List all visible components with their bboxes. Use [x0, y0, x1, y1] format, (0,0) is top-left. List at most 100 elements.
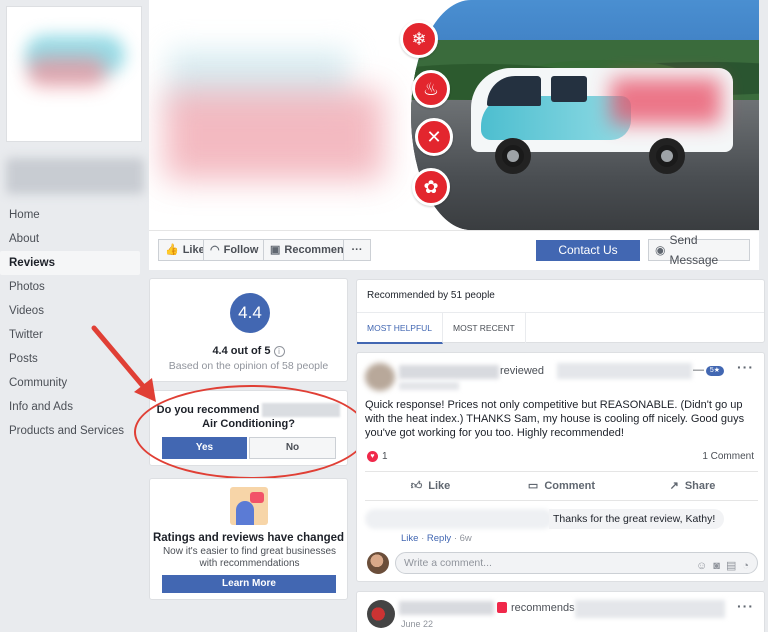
- left-nav: Home About Reviews Photos Videos Twitter…: [0, 203, 140, 443]
- nav-item-home[interactable]: Home: [0, 203, 140, 227]
- post-action-bar: 👍︎ Like ▭ Comment ↗ Share: [365, 471, 758, 501]
- nav-item-posts[interactable]: Posts: [0, 347, 140, 371]
- comment-placeholder: Write a comment...: [404, 557, 492, 569]
- info-icon[interactable]: i: [273, 345, 285, 357]
- review-sort-tabs: MOST HELPFUL MOST RECENT: [357, 312, 764, 344]
- rating-score-badge: 4.4: [230, 293, 270, 333]
- star-rating-badge: 5★: [706, 366, 724, 376]
- post-options-button[interactable]: ···: [737, 359, 754, 375]
- page-name-redacted: [6, 158, 144, 194]
- emoji-icon[interactable]: ☺: [696, 556, 707, 576]
- like-label: Like: [182, 244, 205, 256]
- sticker-icon[interactable]: ◔: [742, 556, 749, 576]
- van-front-wheel: [495, 138, 531, 174]
- van-rear-wheel: [649, 138, 685, 174]
- send-message-button[interactable]: ◉ Send Message: [648, 233, 750, 267]
- reactions-summary[interactable]: ♥ 1: [367, 451, 388, 462]
- review-dash: —: [693, 364, 704, 376]
- fan-icon: ✿: [412, 168, 450, 206]
- nav-item-photos[interactable]: Photos: [0, 275, 140, 299]
- business-name-redacted: [262, 403, 341, 418]
- reviews-header-card: Recommended by 51 people MOST HELPFUL MO…: [356, 279, 765, 344]
- recommend-question: Do you recommend Air Conditioning?: [150, 403, 347, 431]
- post-like-button[interactable]: 👍︎ Like: [365, 472, 496, 500]
- review-text: Quick response! Prices not only competit…: [365, 399, 745, 439]
- reply-link[interactable]: Reply: [427, 533, 451, 544]
- van-logo-blur: [611, 78, 721, 124]
- page-action-bar: 👍 Like ◠ Follow ▣ Recommend ··· Contact …: [149, 230, 759, 270]
- nav-item-videos[interactable]: Videos: [0, 299, 140, 323]
- nav-item-community[interactable]: Community: [0, 371, 140, 395]
- post-comment-label: Comment: [544, 480, 596, 492]
- love-reaction-icon: ♥: [367, 451, 378, 462]
- tools-icon: ✕: [415, 118, 453, 156]
- post-share-button[interactable]: ↗ Share: [627, 472, 758, 500]
- recommend-flag-icon: [497, 602, 507, 613]
- follow-button[interactable]: ◠ Follow: [203, 239, 266, 261]
- person-figure: [236, 501, 254, 525]
- nav-item-products-and-services[interactable]: Products and Services: [0, 419, 140, 443]
- replier-redacted: [365, 509, 553, 529]
- tab-most-helpful[interactable]: MOST HELPFUL: [357, 313, 444, 344]
- review-post: reviewed — 5★ ··· Quick response! Prices…: [356, 352, 765, 582]
- current-user-avatar: [367, 552, 389, 574]
- recommend-no-button[interactable]: No: [249, 437, 336, 459]
- rating-summary-card: 4.4 4.4 out of 5 i Based on the opinion …: [149, 278, 348, 382]
- question-suffix: Air Conditioning?: [202, 418, 295, 431]
- reviewed-label: reviewed: [500, 365, 545, 377]
- comment-icon: ▭: [527, 480, 539, 492]
- thumbs-up-icon: 👍: [165, 244, 179, 256]
- learn-more-button[interactable]: Learn More: [162, 575, 336, 593]
- send-message-label: Send Message: [669, 233, 719, 267]
- rating-summary: 4.4 out of 5 i: [150, 345, 347, 357]
- speech-bubble-icon: ▣: [270, 244, 281, 256]
- recommender-avatar[interactable]: [367, 600, 395, 628]
- question-prefix: Do you recommend: [156, 404, 260, 416]
- reviewed-business-redacted: [557, 363, 692, 379]
- post-date: June 22: [401, 619, 434, 629]
- cover-photo[interactable]: ❄ ♨ ✕ ✿: [149, 0, 759, 230]
- nav-item-reviews[interactable]: Reviews: [0, 251, 140, 275]
- next-post-options-button[interactable]: ···: [737, 598, 754, 614]
- next-recommendation-post: recommends June 22 ···: [356, 591, 765, 632]
- nav-item-about[interactable]: About: [0, 227, 140, 251]
- nav-item-twitter[interactable]: Twitter: [0, 323, 140, 347]
- changed-title: Ratings and reviews have changed: [152, 532, 345, 544]
- camera-icon[interactable]: ◙: [713, 556, 720, 576]
- follow-label: Follow: [223, 244, 259, 256]
- recommendation-illustration: [230, 487, 268, 525]
- changed-subtitle: Now it's easier to find great businesses…: [162, 546, 337, 569]
- reviewer-name-redacted: [399, 365, 499, 379]
- tab-most-recent[interactable]: MOST RECENT: [443, 313, 526, 344]
- rating-summary-text: 4.4 out of 5: [212, 345, 271, 357]
- recommend-yes-button[interactable]: Yes: [162, 437, 247, 459]
- recommend-label: Recommend: [284, 244, 351, 256]
- post-like-label: Like: [428, 480, 451, 492]
- rating-basis: Based on the opinion of 58 people: [168, 360, 329, 372]
- recommender-name-redacted: [399, 601, 494, 615]
- reviewer-avatar[interactable]: [365, 363, 395, 391]
- recommends-label: recommends: [511, 602, 575, 614]
- recommend-prompt-card: Do you recommend Air Conditioning? Yes N…: [149, 390, 348, 466]
- reactions-count: 1: [382, 451, 388, 462]
- contact-us-button[interactable]: Contact Us: [536, 240, 640, 261]
- post-share-label: Share: [684, 480, 716, 492]
- reply-meta: Like · Reply · 6w: [401, 533, 472, 544]
- comment-input-icons: ☺ ◙ ▤ ◔: [696, 556, 749, 576]
- nav-item-info-and-ads[interactable]: Info and Ads: [0, 395, 140, 419]
- thumbs-up-icon: 👍︎: [410, 480, 423, 492]
- post-comment-button[interactable]: ▭ Comment: [496, 472, 627, 500]
- write-comment-input[interactable]: Write a comment... ☺ ◙ ▤ ◔: [395, 552, 758, 574]
- van-window: [551, 76, 587, 102]
- messenger-icon: ◉: [655, 243, 666, 257]
- rss-icon: ◠: [210, 244, 220, 256]
- reply-like-link[interactable]: Like: [401, 533, 418, 544]
- share-icon: ↗: [669, 480, 679, 492]
- snowflake-icon: ❄: [400, 20, 438, 58]
- gif-icon[interactable]: ▤: [726, 556, 736, 576]
- page-profile-picture[interactable]: [6, 6, 142, 142]
- more-options-button[interactable]: ···: [343, 239, 371, 261]
- comments-count-link[interactable]: 1 Comment: [702, 451, 754, 462]
- van-photo: [411, 0, 759, 230]
- ratings-changed-card: Ratings and reviews have changed Now it'…: [149, 478, 348, 600]
